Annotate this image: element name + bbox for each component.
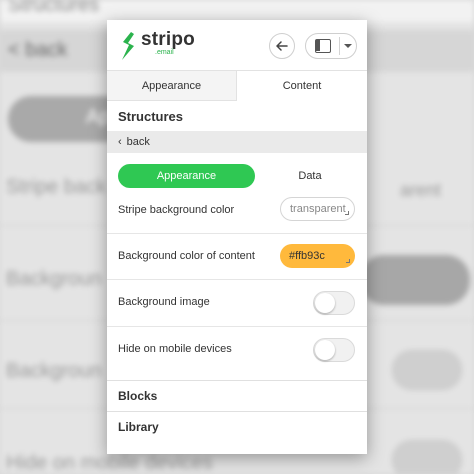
stripe-bg-label: Stripe background color [118,204,235,216]
stripo-logo-icon [122,32,134,60]
section-title: Structures [118,108,184,124]
content-bg-label: Background color of content [118,250,255,262]
settings-panel: stripo .email Appearance Content Structu… [107,20,367,454]
stripe-bg-color-picker[interactable]: transparent [280,197,355,221]
toggle-knob [315,293,335,313]
stripe-bg-row: Stripe background color transparent [107,197,367,227]
logo-sub: .email [155,49,174,56]
stripe-bg-value: transparent [290,203,346,215]
bg-top-strip: Structures [0,0,474,22]
bg-row-text-4: Hide on mobile devices [6,452,213,474]
bg-orange-box [360,255,470,305]
sub-tabs: Appearance Data [107,153,367,197]
bg-image-label: Background image [118,296,210,308]
subtab-data[interactable]: Data [275,164,345,188]
button-divider [339,37,340,55]
blocks-section[interactable]: Blocks [107,380,367,411]
bg-image-toggle[interactable] [313,291,355,315]
content-bg-color-picker[interactable]: #ffb93c [280,244,355,268]
bg-toggle [392,440,462,474]
view-mode-button[interactable] [305,33,357,59]
back-label: back [126,136,150,148]
caret-down-icon[interactable] [344,44,352,48]
bg-back-text: < back [8,39,68,61]
content-bg-row: Background color of content #ffb93c [107,233,367,280]
back-arrow-button[interactable] [269,33,295,59]
back-link[interactable]: ‹ back [107,131,367,153]
hide-mobile-label: Hide on mobile devices [118,343,232,355]
resize-corner-icon [346,259,350,263]
hide-mobile-row: Hide on mobile devices [107,327,367,380]
content-bg-value: #ffb93c [289,250,325,262]
tab-appearance[interactable]: Appearance [107,71,237,101]
main-tabs: Appearance Content [107,70,367,101]
panel-header: stripo .email [107,20,367,70]
bg-top-text: Structures [8,0,100,16]
bg-row-text-1: Stripe back [6,176,107,198]
bg-image-row: Background image [107,280,367,327]
layout-view-icon [315,39,331,53]
library-section[interactable]: Library [107,411,367,442]
toggle-knob [315,340,335,360]
bg-row-text-2: Backgroun [6,268,102,290]
tab-content[interactable]: Content [237,71,367,101]
bg-row-text-3: Backgroun [6,360,102,382]
resize-corner-icon [345,211,349,215]
bg-toggle [392,350,462,390]
subtab-appearance[interactable]: Appearance [118,164,255,188]
hide-mobile-toggle[interactable] [313,338,355,362]
logo-word: stripo [141,29,195,50]
chevron-left-icon: ‹ [118,136,122,148]
stripo-logo: stripo .email [117,30,195,62]
arrow-left-icon [276,41,288,51]
bg-right-text-1: arent [400,180,442,200]
